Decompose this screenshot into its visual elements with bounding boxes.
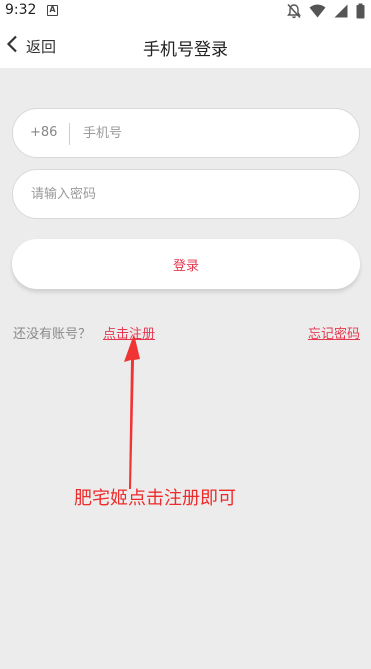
status-bar: 9:32 A	[0, 0, 371, 24]
phone-input[interactable]	[83, 109, 343, 157]
no-account-text: 还没有账号？	[13, 327, 92, 342]
status-time: 9:32	[5, 2, 37, 18]
phone-field: +86	[12, 108, 360, 158]
wifi-icon	[309, 4, 326, 18]
notifications-off-icon	[287, 3, 301, 19]
status-icons	[287, 3, 365, 19]
field-divider	[69, 123, 70, 145]
signal-icon	[334, 4, 348, 18]
annotation-text: 肥宅姬点击注册即可	[74, 488, 236, 509]
password-field	[12, 169, 360, 219]
login-button[interactable]: 登录	[12, 239, 360, 289]
country-code[interactable]: +86	[30, 125, 57, 140]
forgot-password-link[interactable]: 忘记密码	[308, 323, 360, 342]
register-link[interactable]: 点击注册	[103, 323, 155, 342]
password-input[interactable]	[31, 170, 341, 218]
battery-icon	[356, 3, 365, 19]
nav-bar: 返回 手机号登录	[0, 24, 371, 68]
page-title: 手机号登录	[143, 40, 228, 60]
header-area: 9:32 A 返回 手机号登录	[0, 0, 371, 68]
notification-icon: A	[47, 5, 58, 16]
